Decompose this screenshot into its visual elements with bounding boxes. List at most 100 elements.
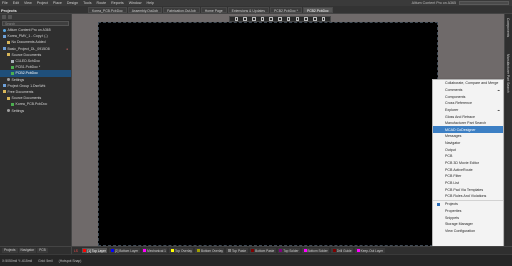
menu-item-file[interactable]: File [2,1,8,5]
projects-search-input[interactable]: Search [2,21,69,26]
panels-menu-item[interactable]: Storage Manager [433,221,503,228]
via-icon[interactable] [295,17,300,21]
menu-item-reports[interactable]: Reports [111,1,124,5]
panels-menu-item-label: Storage Manager [445,222,473,227]
route-icon[interactable] [278,17,282,21]
menu-item-help[interactable]: Help [146,1,153,5]
active-bar [229,16,331,22]
projects-panel: Search Altium Content Pro on A365 Korea_P… [0,14,72,246]
search-input[interactable] [459,1,509,5]
pcb-icon [11,65,14,69]
filter-icon[interactable] [234,17,239,21]
layer-tab[interactable]: Top Overlay [169,247,194,254]
panels-menu-item-label: Components [445,94,466,99]
panels-menu-item-label: Collaborate, Compare and Merge [445,81,499,86]
tree-item-label: Project Group 1.DsnWrk [7,83,46,88]
tree-item[interactable]: Settings [0,107,71,113]
layer-tab[interactable]: Top Solder [277,247,301,254]
manufacturer-part-search-panel-tab[interactable]: Manufacturer Part Search [506,54,510,93]
align-icon[interactable] [260,17,265,21]
panels-menu-item[interactable]: Navigator [433,140,503,147]
document-tab[interactable]: Fabrication.OutJob [163,7,200,13]
panel-tab[interactable]: Navigator [18,247,37,254]
panels-menu-item[interactable]: Comments ☁ [433,87,503,94]
project-options-button[interactable] [2,15,6,19]
menu-item-window[interactable]: Window [129,1,142,5]
panels-menu-item[interactable]: Messages [433,133,503,140]
tree-item-label: Source Documents [11,52,42,57]
cloud-icon [3,28,6,32]
layer-tab[interactable]: [1] Top Layer [81,247,108,254]
panels-menu-item-label: Manufacturer Part Search [445,121,487,126]
layer-color-swatch [332,249,336,252]
layer-tab[interactable]: Bottom Solder [302,247,330,254]
panels-menu-item[interactable]: PCB Rules And Violations [433,193,503,200]
document-tab[interactable]: PCB2.PcbDoc * [270,7,302,13]
panels-menu-item-label: Gloss And Retrace [445,114,475,119]
panels-menu-item[interactable]: PCB [433,153,503,160]
layer-tab[interactable]: Bottom Paste [249,247,276,254]
panels-menu-item-label: Explorer [445,107,459,112]
panels-menu-item[interactable]: Snippets [433,214,503,221]
menu-item-view[interactable]: View [24,1,32,5]
document-tab[interactable]: PCB2.PcbDoc [302,7,333,13]
components-panel-tab[interactable]: Components [506,18,510,37]
document-tab[interactable]: Korea_PCB.PcbDoc [88,7,127,13]
panels-menu-item-label: Comments [445,87,463,92]
panels-menu-item[interactable]: Manufacturer Part Search [433,120,503,127]
layer-tab[interactable]: Mechanical 1 [141,247,168,254]
layer-set-button[interactable]: LS [74,249,78,253]
layer-tab[interactable]: Bottom Overlay [195,247,225,254]
document-tab[interactable]: Assembly.OutJob [127,7,163,13]
panels-menu-item[interactable]: Properties [433,208,503,215]
menu-item-project[interactable]: Project [37,1,48,5]
layer-tab-label: [1] Top Layer [87,248,106,253]
layer-tab[interactable]: Drill Guide [331,247,354,254]
panels-menu-item[interactable]: Gloss And Retrace [433,113,503,120]
menu-item-place[interactable]: Place [53,1,62,5]
document-tab[interactable]: Home Page [200,7,227,13]
panels-menu-item[interactable]: Cross Reference [433,100,503,107]
panel-tab[interactable]: PCB [37,247,48,254]
menu-item-route[interactable]: Route [97,1,107,5]
folder-icon [3,90,6,94]
project-icon [3,34,6,38]
menu-item-edit[interactable]: Edit [13,1,19,5]
panel-tab[interactable]: Projects [2,247,18,254]
panels-menu-item-label: Navigator [445,141,461,146]
panels-menu-item[interactable]: Collaborate, Compare and Merge [433,80,503,87]
layer-tab[interactable]: Keep-Out Layer [355,247,385,254]
panels-menu-item[interactable]: PCB 3D Movie Editor [433,160,503,167]
panels-menu-item[interactable]: Components [433,93,503,100]
select-icon[interactable] [252,17,256,21]
menu-item-design[interactable]: Design [67,1,78,5]
cloud-icon: ☁ [497,107,500,112]
layer-color-swatch [110,249,114,252]
panels-menu-item[interactable]: View Configuration [433,228,503,235]
panels-menu-item[interactable]: PCB ActiveRoute [433,166,503,173]
panels-menu-item-label: Messages [445,134,462,139]
filter-icon[interactable] [8,15,12,19]
polygon-icon[interactable] [304,17,308,21]
layer-color-swatch [279,249,283,252]
layer-tab-label: Bottom Overlay [200,248,223,253]
panels-menu-item[interactable]: Explorer ☁ [433,107,503,114]
panels-menu-item[interactable]: Output [433,146,503,153]
layer-tab[interactable]: [2] Bottom Layer [109,247,140,254]
panels-menu-item[interactable]: PCB List [433,180,503,187]
panels-menu-item[interactable]: PCB Pad Via Templates [433,186,503,193]
panels-menu-item[interactable]: MCAD CoDesigner [433,126,503,134]
layer-tab-label: Top Overlay [174,248,192,253]
interactive-route-icon[interactable] [286,17,291,21]
cursor-coordinates: X:5050mil Y:-615mil [2,258,33,263]
layer-tab[interactable]: Top Paste [226,247,248,254]
text-icon[interactable] [313,17,317,21]
panels-menu-item[interactable]: Projects [433,201,503,208]
place-component-icon[interactable] [269,17,274,21]
document-tab[interactable]: Extensions & Updates [227,7,269,13]
move-icon[interactable] [243,17,247,21]
line-icon[interactable] [321,17,326,21]
panels-menu-item[interactable]: PCB Filter [433,173,503,180]
pcb-canvas[interactable] [98,22,438,246]
menu-item-tools[interactable]: Tools [83,1,91,5]
